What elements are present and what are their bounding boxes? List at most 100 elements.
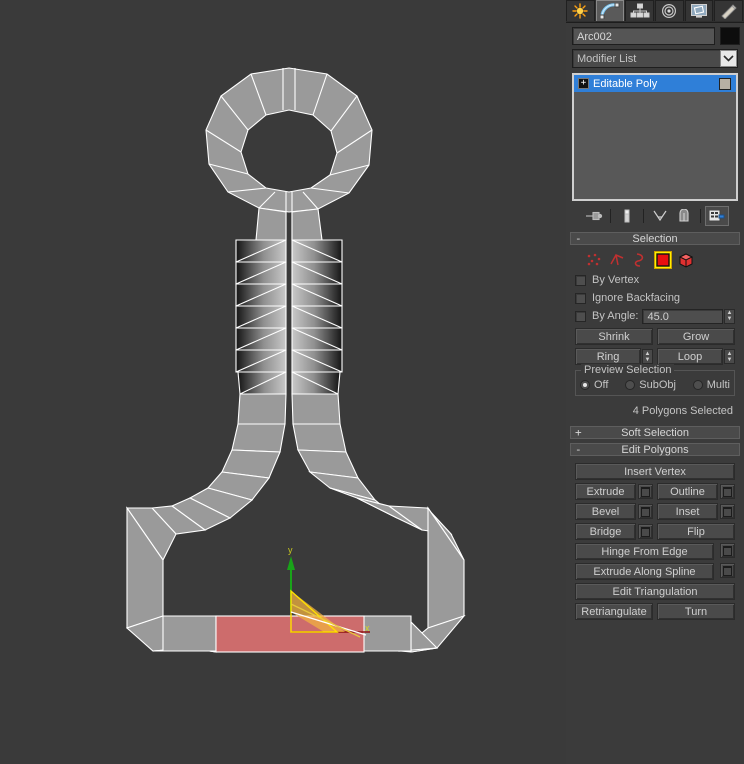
gizmo-y-label: y bbox=[288, 545, 293, 555]
ring-button[interactable]: Ring bbox=[575, 348, 641, 365]
extrude-outline-row: Extrude Outline bbox=[575, 483, 735, 500]
hinge-from-edge-row: Hinge From Edge bbox=[575, 543, 735, 560]
make-unique-icon[interactable] bbox=[648, 206, 672, 226]
twist-right bbox=[291, 239, 343, 395]
object-color-swatch[interactable] bbox=[720, 27, 740, 45]
by-vertex-row[interactable]: By Vertex bbox=[575, 271, 735, 289]
loop-spinner[interactable]: ▲ ▼ bbox=[724, 349, 735, 364]
hinge-from-edge-button[interactable]: Hinge From Edge bbox=[575, 543, 714, 560]
outline-button[interactable]: Outline bbox=[657, 483, 718, 500]
gizmo-x-label: x bbox=[365, 623, 370, 633]
ignore-backfacing-label: Ignore Backfacing bbox=[592, 292, 681, 304]
preview-multi-label: Multi bbox=[706, 379, 730, 391]
inset-settings-button[interactable] bbox=[720, 504, 735, 519]
arc-icon bbox=[600, 3, 620, 19]
turn-button[interactable]: Turn bbox=[657, 603, 735, 620]
insert-vertex-button[interactable]: Insert Vertex bbox=[575, 463, 735, 480]
bevel-button[interactable]: Bevel bbox=[575, 503, 636, 520]
radio-dot bbox=[580, 380, 590, 390]
tab-modify[interactable] bbox=[595, 0, 625, 21]
by-vertex-checkbox[interactable] bbox=[575, 274, 586, 286]
preview-off-radio[interactable]: Off bbox=[580, 379, 608, 391]
ignore-backfacing-checkbox[interactable] bbox=[575, 292, 586, 304]
bridge-settings-button[interactable] bbox=[638, 524, 653, 539]
show-end-result-icon[interactable] bbox=[615, 206, 639, 226]
tab-motion[interactable] bbox=[655, 0, 684, 21]
tab-hierarchy[interactable] bbox=[625, 0, 655, 21]
modifier-stack-item-editable-poly[interactable]: + Editable Poly bbox=[574, 75, 736, 92]
inset-button[interactable]: Inset bbox=[657, 503, 718, 520]
shrink-grow-row: Shrink Grow bbox=[575, 328, 735, 345]
object-name-field[interactable]: Arc002 bbox=[572, 27, 715, 45]
max-window: y x Arc002 Modifier List + Editable Poly… bbox=[0, 0, 744, 764]
selection-rollout-body: By Vertex Ignore Backfacing By Angle: 45… bbox=[570, 245, 740, 422]
border-icon[interactable] bbox=[631, 251, 649, 269]
extrude-along-spline-settings-button[interactable] bbox=[720, 563, 735, 578]
selection-rollout-header[interactable]: - Selection bbox=[570, 232, 740, 245]
extrude-settings-button[interactable] bbox=[638, 484, 653, 499]
edit-polygons-rollout-title: Edit Polygons bbox=[621, 443, 689, 456]
preview-subobj-radio[interactable]: SubObj bbox=[625, 379, 676, 391]
preview-subobj-label: SubObj bbox=[639, 379, 676, 391]
edit-polygons-rollout-header[interactable]: - Edit Polygons bbox=[570, 443, 740, 456]
modifier-name: Editable Poly bbox=[593, 77, 658, 90]
command-panel-tabs bbox=[566, 0, 744, 23]
modifier-enable-toggle[interactable] bbox=[719, 77, 731, 90]
ring-spinner[interactable]: ▲ ▼ bbox=[642, 349, 653, 364]
modifier-list-label: Modifier List bbox=[577, 52, 637, 65]
edit-triangulation-button[interactable]: Edit Triangulation bbox=[575, 583, 735, 600]
preview-selection-title: Preview Selection bbox=[581, 364, 675, 376]
retriangulate-button[interactable]: Retriangulate bbox=[575, 603, 653, 620]
twist-left bbox=[235, 239, 287, 395]
configure-modifier-sets-icon[interactable] bbox=[704, 206, 729, 226]
shrink-button[interactable]: Shrink bbox=[575, 328, 653, 345]
modifier-stack[interactable]: + Editable Poly bbox=[572, 73, 738, 201]
bridge-button[interactable]: Bridge bbox=[575, 523, 636, 540]
rollout-expander[interactable]: - bbox=[575, 232, 582, 245]
extrude-button[interactable]: Extrude bbox=[575, 483, 636, 500]
subobject-level-buttons bbox=[575, 249, 735, 271]
bevel-inset-row: Bevel Inset bbox=[575, 503, 735, 520]
chevron-down-icon[interactable] bbox=[720, 50, 737, 67]
viewport-scene: y x bbox=[0, 0, 566, 764]
expander-icon[interactable]: + bbox=[578, 78, 589, 89]
polygon-icon[interactable] bbox=[654, 251, 672, 269]
rollout-expander[interactable]: + bbox=[575, 426, 582, 439]
grow-button[interactable]: Grow bbox=[657, 328, 735, 345]
by-angle-checkbox[interactable] bbox=[575, 310, 586, 322]
tab-create[interactable] bbox=[566, 0, 595, 21]
extrude-along-spline-button[interactable]: Extrude Along Spline bbox=[575, 563, 714, 580]
settings-glyph bbox=[723, 545, 732, 556]
preview-off-label: Off bbox=[594, 379, 609, 391]
rollout-expander[interactable]: - bbox=[575, 443, 582, 456]
by-angle-row[interactable]: By Angle: 45.0 ▲ ▼ bbox=[575, 307, 735, 325]
preview-multi-radio[interactable]: Multi bbox=[692, 379, 730, 391]
ignore-backfacing-row[interactable]: Ignore Backfacing bbox=[575, 289, 735, 307]
outline-settings-button[interactable] bbox=[720, 484, 735, 499]
object-name-row: Arc002 bbox=[566, 23, 744, 47]
element-icon[interactable] bbox=[677, 251, 695, 269]
vertex-icon[interactable] bbox=[585, 251, 603, 269]
by-angle-spinner[interactable]: ▲ ▼ bbox=[724, 308, 735, 324]
tab-utilities[interactable] bbox=[714, 0, 744, 21]
edge-icon[interactable] bbox=[608, 251, 626, 269]
divider bbox=[609, 209, 611, 223]
command-panel: Arc002 Modifier List + Editable Poly - S… bbox=[566, 0, 744, 764]
remove-modifier-icon[interactable] bbox=[672, 206, 696, 226]
preview-selection-group: Preview Selection Off SubObj Multi bbox=[575, 364, 735, 396]
loop-button[interactable]: Loop bbox=[657, 348, 723, 365]
hinge-from-edge-settings-button[interactable] bbox=[720, 543, 735, 558]
insert-vertex-row: Insert Vertex bbox=[575, 463, 735, 480]
selection-rollout-title: Selection bbox=[632, 232, 678, 245]
flip-button[interactable]: Flip bbox=[657, 523, 735, 540]
soft-selection-rollout-header[interactable]: + Soft Selection bbox=[570, 426, 740, 439]
viewport[interactable]: y x bbox=[0, 0, 566, 764]
pin-stack-icon[interactable] bbox=[582, 206, 606, 226]
radio-dot bbox=[692, 380, 703, 390]
tab-display[interactable] bbox=[684, 0, 714, 21]
settings-glyph bbox=[723, 486, 732, 497]
star-icon bbox=[572, 3, 589, 19]
by-angle-field[interactable]: 45.0 bbox=[642, 308, 723, 324]
modifier-list-dropdown[interactable]: Modifier List bbox=[572, 49, 738, 68]
bevel-settings-button[interactable] bbox=[638, 504, 653, 519]
